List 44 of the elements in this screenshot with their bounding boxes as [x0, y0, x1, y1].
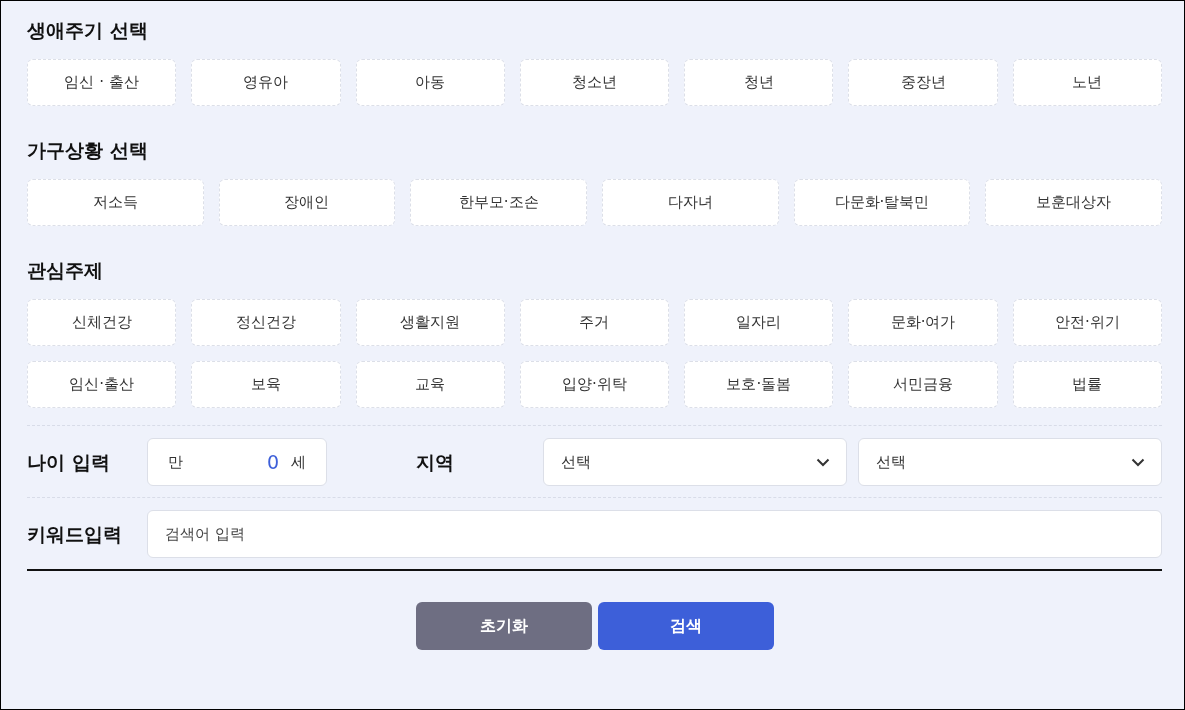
option-chip[interactable]: 교육 [355, 361, 505, 408]
option-chip[interactable]: 안전·위기 [1012, 299, 1162, 346]
section-heading: 관심주제 [27, 258, 104, 283]
option-chip[interactable]: 아동 [355, 59, 505, 106]
option-chip[interactable]: 다문화·탈북민 [793, 179, 971, 226]
option-chip[interactable]: 중장년 [848, 59, 998, 106]
section-heading: 생애주기 선택 [27, 18, 149, 43]
option-chip[interactable]: 법률 [1012, 361, 1162, 408]
option-chip[interactable]: 서민금융 [848, 361, 998, 408]
section-heading: 가구상황 선택 [27, 138, 149, 163]
option-chip[interactable]: 임신 · 출산 [27, 59, 177, 106]
age-unit: 세 [291, 451, 306, 473]
option-chip[interactable]: 저소득 [27, 179, 204, 226]
age-prefix: 만 [168, 451, 183, 473]
keyword-label: 키워드입력 [27, 521, 123, 547]
option-chip[interactable]: 문화·여가 [848, 299, 998, 346]
chevron-down-icon [1131, 457, 1145, 467]
option-chip[interactable]: 영유아 [191, 59, 341, 106]
search-button[interactable]: 검색 [597, 602, 774, 650]
option-chip[interactable]: 신체건강 [27, 299, 177, 346]
option-chip[interactable]: 청소년 [519, 59, 670, 106]
region-select[interactable]: 선택 [543, 438, 847, 486]
option-chip[interactable]: 입양·위탁 [519, 361, 670, 408]
option-chip[interactable]: 보훈대상자 [985, 179, 1162, 226]
option-chip[interactable]: 청년 [684, 59, 834, 106]
age-value: 0 [266, 449, 279, 475]
option-chip[interactable]: 정신건강 [191, 299, 341, 346]
option-chip[interactable]: 노년 [1012, 59, 1162, 106]
option-chip[interactable]: 보육 [191, 361, 341, 408]
reset-button[interactable]: 초기화 [415, 602, 592, 650]
option-chip[interactable]: 장애인 [218, 179, 396, 226]
option-chip[interactable]: 생활지원 [355, 299, 505, 346]
option-chip[interactable]: 일자리 [684, 299, 834, 346]
age-label: 나이 입력 [27, 449, 111, 475]
option-chip[interactable]: 주거 [519, 299, 670, 346]
keyword-field[interactable]: 검색어 입력 [147, 510, 1162, 558]
region-select[interactable]: 선택 [858, 438, 1162, 486]
option-chip[interactable]: 다자녀 [602, 179, 779, 226]
age-field[interactable]: 만 0 세 [147, 438, 327, 486]
option-chip[interactable]: 보호·돌봄 [684, 361, 834, 408]
chevron-down-icon [816, 457, 830, 467]
option-chip[interactable]: 한부모·조손 [410, 179, 587, 226]
option-chip[interactable]: 임신·출산 [27, 361, 177, 408]
region-label: 지역 [415, 449, 455, 475]
